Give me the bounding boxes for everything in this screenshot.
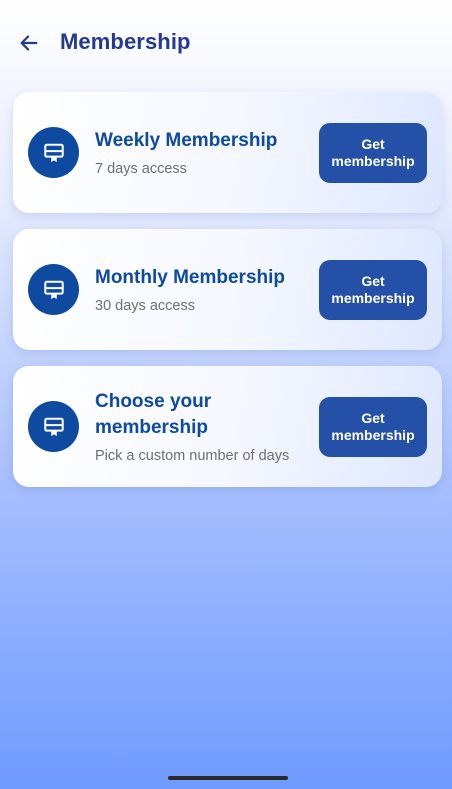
membership-list: Weekly Membership 7 days access Get memb… <box>13 92 442 503</box>
membership-card-custom: Choose your membership Pick a custom num… <box>13 366 442 487</box>
membership-card-icon <box>28 127 79 178</box>
get-membership-button[interactable]: Get membership <box>319 123 427 183</box>
home-indicator[interactable] <box>168 776 288 780</box>
card-text: Choose your membership Pick a custom num… <box>95 366 310 487</box>
card-text: Monthly Membership 30 days access <box>95 229 310 350</box>
card-subtitle: 30 days access <box>95 297 195 314</box>
arrow-left-icon <box>20 35 38 51</box>
get-membership-button[interactable]: Get membership <box>319 397 427 457</box>
card-subtitle: 7 days access <box>95 160 187 177</box>
page-title: Membership <box>60 29 191 54</box>
card-title: Choose your membership <box>95 390 212 438</box>
membership-card-icon <box>28 401 79 452</box>
card-subtitle: Pick a custom number of days <box>95 447 290 464</box>
app-header: Membership <box>0 22 452 62</box>
get-membership-button[interactable]: Get membership <box>319 260 427 320</box>
card-title: Weekly Membership <box>95 129 278 151</box>
card-text: Weekly Membership 7 days access <box>95 92 310 213</box>
card-title: Monthly Membership <box>95 266 286 288</box>
membership-card-monthly: Monthly Membership 30 days access Get me… <box>13 229 442 350</box>
membership-card-weekly: Weekly Membership 7 days access Get memb… <box>13 92 442 213</box>
membership-card-icon <box>28 264 79 315</box>
back-button[interactable] <box>14 28 44 58</box>
